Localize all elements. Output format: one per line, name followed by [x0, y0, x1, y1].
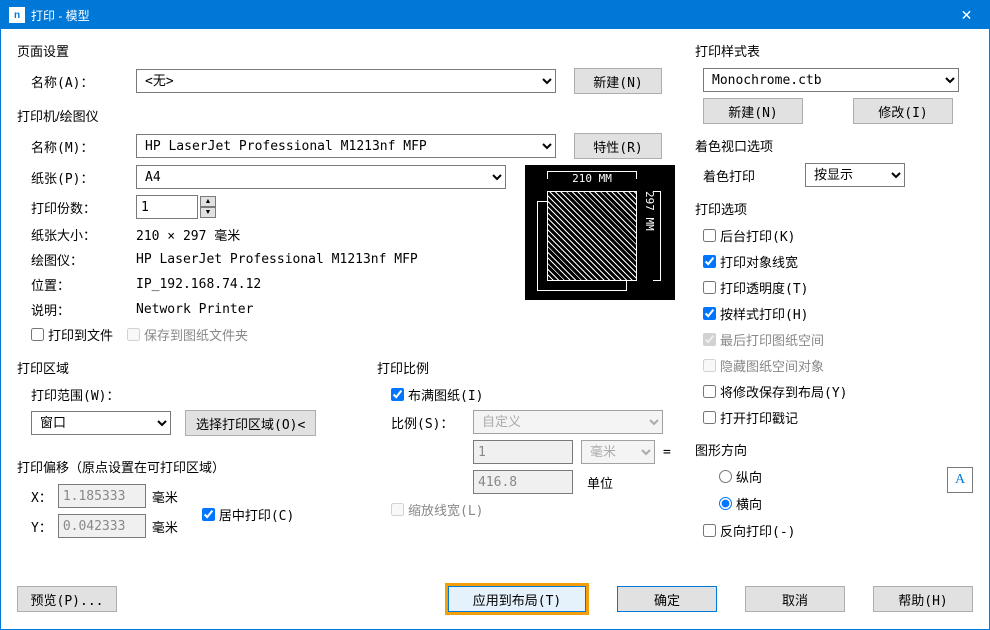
ratio-select: 自定义 [473, 410, 663, 434]
opt-paperspace-last: 最后打印图纸空间 [703, 330, 973, 349]
shade-group: 着色视口选项 着色打印 按显示 [695, 136, 973, 193]
select-area-button[interactable]: 选择打印区域(O)< [185, 410, 316, 436]
right-column: 打印样式表 Monochrome.ctb 新建(N) 修改(I) 着色视口选项 … [695, 41, 973, 573]
center-print-checkbox[interactable]: 居中打印(C) [202, 505, 294, 524]
print-dialog: n 打印 - 模型 ✕ 页面设置 名称(A)： <无> 新建(N) 打印机/绘图… [0, 0, 990, 630]
orientation-icon: A [947, 467, 973, 493]
opt-save-layout[interactable]: 将修改保存到布局(Y) [703, 382, 973, 401]
location-value: IP_192.168.74.12 [136, 277, 261, 292]
print-offset-title: 打印偏移（原点设置在可打印区域） [17, 457, 347, 476]
shade-select[interactable]: 按显示 [805, 163, 905, 187]
page-setup-name-label: 名称(A)： [31, 72, 136, 91]
fit-paper-checkbox[interactable]: 布满图纸(I) [391, 385, 483, 404]
opt-lineweight[interactable]: 打印对象线宽 [703, 252, 973, 271]
print-scale-group: 打印比例 布满图纸(I) 比例(S)： 自定义 毫米 = [377, 358, 685, 525]
left-column: 页面设置 名称(A)： <无> 新建(N) 打印机/绘图仪 名称(M)： HP … [17, 41, 685, 573]
orient-landscape-radio[interactable]: 横向 [719, 494, 947, 513]
opt-by-style[interactable]: 按样式打印(H) [703, 304, 973, 323]
shade-label: 着色打印 [703, 166, 755, 185]
print-offset-group: 打印偏移（原点设置在可打印区域） X： 毫米 Y： 毫米 [17, 457, 347, 544]
paper-size-value: 210 × 297 毫米 [136, 225, 240, 244]
offset-x-unit: 毫米 [152, 487, 178, 506]
print-scale-title: 打印比例 [377, 358, 685, 377]
apply-layout-button[interactable]: 应用到布局(T) [448, 586, 586, 612]
paper-size-label: 纸张大小： [31, 225, 136, 244]
eq-label: = [663, 445, 671, 460]
style-title: 打印样式表 [695, 41, 973, 60]
range-select[interactable]: 窗口 [31, 411, 171, 435]
dialog-body: 页面设置 名称(A)： <无> 新建(N) 打印机/绘图仪 名称(M)： HP … [1, 29, 989, 583]
page-setup-new-button[interactable]: 新建(N) [574, 68, 662, 94]
page-setup-name-select[interactable]: <无> [136, 69, 556, 93]
offset-x-input [58, 484, 146, 508]
offset-x-label: X： [31, 487, 52, 506]
scale-num2-input [473, 470, 573, 494]
style-new-button[interactable]: 新建(N) [703, 98, 803, 124]
opt-transparency[interactable]: 打印透明度(T) [703, 278, 973, 297]
plotter-value: HP LaserJet Professional M1213nf MFP [136, 252, 418, 267]
preview-button[interactable]: 预览(P)... [17, 586, 117, 612]
page-setup-group: 页面设置 名称(A)： <无> 新建(N) [17, 41, 685, 100]
ratio-label: 比例(S)： [391, 413, 465, 432]
preview-dim-right: 297 MM [643, 191, 661, 281]
offset-y-unit: 毫米 [152, 517, 178, 536]
range-label: 打印范围(W)： [31, 385, 119, 404]
style-group: 打印样式表 Monochrome.ctb 新建(N) 修改(I) [695, 41, 973, 130]
scale-num1-input [473, 440, 573, 464]
printer-title: 打印机/绘图仪 [17, 106, 685, 125]
apply-layout-highlight: 应用到布局(T) [445, 583, 589, 615]
cancel-button[interactable]: 取消 [745, 586, 845, 612]
options-group: 打印选项 后台打印(K) 打印对象线宽 打印透明度(T) 按样式打印(H) 最后… [695, 199, 973, 434]
dialog-footer: 预览(P)... 应用到布局(T) 确定 取消 帮助(H) [1, 583, 989, 629]
opt-stamp[interactable]: 打开打印戳记 [703, 408, 973, 427]
page-setup-title: 页面设置 [17, 41, 685, 60]
reverse-print-checkbox[interactable]: 反向打印(-) [703, 521, 973, 540]
ok-button[interactable]: 确定 [617, 586, 717, 612]
printer-group: 打印机/绘图仪 名称(M)： HP LaserJet Professional … [17, 106, 685, 350]
orient-portrait-radio[interactable]: 纵向 [719, 467, 947, 486]
scale-lw-checkbox: 缩放线宽(L) [391, 500, 483, 519]
scale-unit2-label: 单位 [581, 473, 655, 492]
help-button[interactable]: 帮助(H) [873, 586, 973, 612]
printer-name-select[interactable]: HP LaserJet Professional M1213nf MFP [136, 134, 556, 158]
orientation-title: 图形方向 [695, 440, 973, 459]
scale-unit1-select: 毫米 [581, 440, 655, 464]
copies-input[interactable] [136, 195, 198, 219]
options-title: 打印选项 [695, 199, 973, 218]
offset-y-label: Y： [31, 517, 52, 536]
print-to-file-checkbox[interactable]: 打印到文件 [31, 325, 113, 344]
offset-y-input [58, 514, 146, 538]
print-area-title: 打印区域 [17, 358, 347, 377]
printer-name-label: 名称(M)： [31, 137, 136, 156]
app-icon: n [9, 7, 25, 23]
save-to-folder-checkbox: 保存到图纸文件夹 [127, 325, 248, 344]
preview-dim-top: 210 MM [547, 171, 637, 185]
paper-preview: 210 MM 297 MM [525, 165, 675, 300]
close-icon[interactable]: ✕ [944, 1, 989, 29]
paper-label: 纸张(P)： [31, 168, 136, 187]
orientation-group: 图形方向 纵向 横向 A 反向打印(-) [695, 440, 973, 540]
style-edit-button[interactable]: 修改(I) [853, 98, 953, 124]
desc-label: 说明： [31, 300, 136, 319]
copies-spinner[interactable]: ▲▼ [200, 196, 216, 218]
plotter-label: 绘图仪： [31, 250, 136, 269]
desc-value: Network Printer [136, 302, 253, 317]
opt-background-print[interactable]: 后台打印(K) [703, 226, 973, 245]
shade-title: 着色视口选项 [695, 136, 973, 155]
style-select[interactable]: Monochrome.ctb [703, 68, 959, 92]
location-label: 位置： [31, 275, 136, 294]
titlebar: n 打印 - 模型 ✕ [1, 1, 989, 29]
printer-props-button[interactable]: 特性(R) [574, 133, 662, 159]
paper-select[interactable]: A4 [136, 165, 506, 189]
window-title: 打印 - 模型 [31, 7, 944, 24]
copies-label: 打印份数： [31, 198, 136, 217]
opt-hide-paperspace: 隐藏图纸空间对象 [703, 356, 973, 375]
